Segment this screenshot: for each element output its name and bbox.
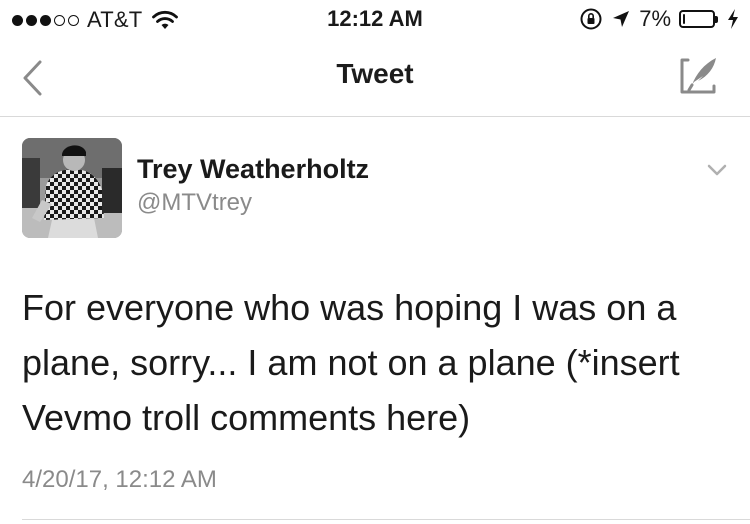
author-name[interactable]: Trey Weatherholtz xyxy=(137,154,369,185)
status-bar: AT&T 12:12 AM 7% xyxy=(0,0,750,40)
battery-body xyxy=(679,10,715,28)
battery-percent: 7% xyxy=(639,6,671,31)
page-title: Tweet xyxy=(336,58,414,89)
navigation-bar: Tweet xyxy=(0,40,750,117)
tweet-timestamp: 4/20/17, 12:12 AM xyxy=(22,466,217,493)
avatar-photo xyxy=(22,138,122,238)
battery-icon xyxy=(679,10,718,28)
battery-nub xyxy=(715,15,718,23)
rotation-lock-icon xyxy=(580,8,602,30)
location-arrow-icon xyxy=(613,11,630,27)
tweet-text: For everyone who was hoping I was on a p… xyxy=(22,287,680,438)
status-bar-right: 7% xyxy=(579,6,740,32)
battery-fill xyxy=(683,14,685,24)
author-handle[interactable]: @MTVtrey xyxy=(137,189,252,217)
compose-tweet-icon[interactable] xyxy=(678,54,720,96)
chevron-down-icon[interactable] xyxy=(706,162,728,178)
avatar[interactable] xyxy=(22,138,122,238)
divider xyxy=(22,519,750,520)
charging-bolt-icon xyxy=(728,9,738,29)
